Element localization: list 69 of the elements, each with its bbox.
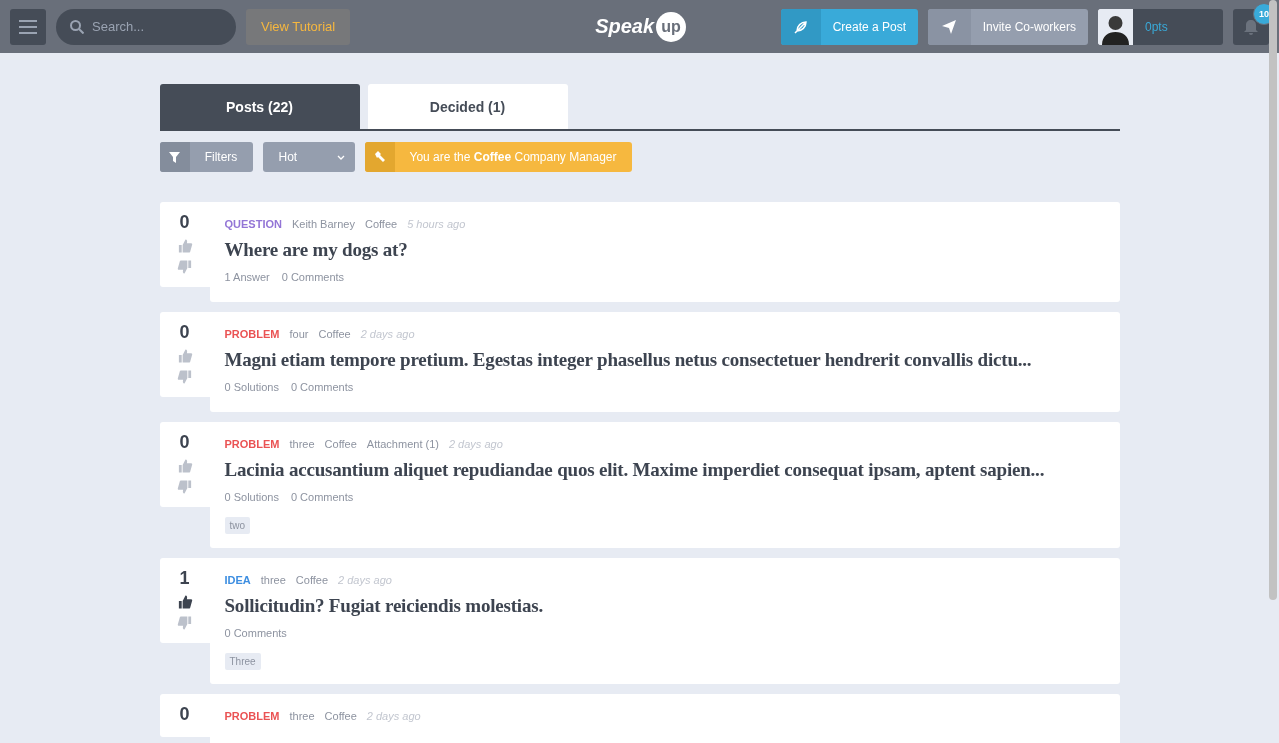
post-stat[interactable]: 0 Comments: [224, 627, 287, 639]
post-meta: three: [260, 574, 286, 586]
post-stat[interactable]: 0 Comments: [290, 491, 354, 503]
post-type: QUESTION: [224, 218, 282, 230]
post-time: 2 days ago: [366, 710, 421, 722]
filter-icon: [169, 151, 180, 163]
thumbs-down-icon[interactable]: [176, 479, 193, 495]
post-time: 2 days ago: [360, 328, 415, 340]
post-stat[interactable]: 0 Solutions: [224, 381, 279, 393]
post-time: 5 hours ago: [407, 218, 466, 230]
post-meta: Coffee: [324, 438, 357, 450]
view-tutorial-button[interactable]: View Tutorial: [246, 8, 351, 45]
vote-score: 0: [179, 322, 190, 343]
bell-icon: [1243, 18, 1259, 35]
vote-score: 0: [179, 704, 190, 725]
logo-text: Speak: [595, 15, 655, 38]
post-title[interactable]: Lacinia accusantium aliquet repudiandae quos elit. Maxime imperdiet consequat ipsam, aptent sapien...: [224, 459, 1105, 481]
post-meta: Attachment (1): [366, 438, 439, 450]
post-time: 2 days ago: [338, 574, 392, 586]
thumbs-up-icon[interactable]: [176, 594, 193, 610]
feather-icon: [793, 19, 808, 34]
post-time: 2 days ago: [448, 438, 503, 450]
menu-button[interactable]: [10, 8, 46, 45]
thumbs-up-icon[interactable]: [176, 458, 193, 474]
post-type: PROBLEM: [224, 328, 280, 340]
thumbs-down-icon[interactable]: [176, 369, 193, 385]
notice-text: You are the Coffee Company Manager: [408, 150, 617, 164]
chevron-down-icon: [336, 154, 345, 160]
post-type: PROBLEM: [224, 438, 280, 450]
search-icon: [70, 19, 84, 34]
create-post-button[interactable]: Create a Post: [781, 8, 918, 45]
filters-button[interactable]: Filters: [159, 142, 253, 172]
tag[interactable]: Three: [224, 653, 261, 670]
post-stat[interactable]: 0 Comments: [281, 271, 345, 283]
vote-score: 1: [179, 568, 190, 589]
logo-badge: up: [656, 11, 687, 42]
post-type: PROBLEM: [224, 710, 280, 722]
menu-icon: [19, 19, 37, 34]
tab[interactable]: Posts (22): [159, 84, 360, 129]
sort-dropdown[interactable]: Hot: [262, 142, 355, 172]
paper-plane-icon: [942, 19, 957, 34]
post-meta: Coffee: [324, 710, 357, 722]
tab[interactable]: Decided (1): [367, 84, 568, 129]
thumbs-up-icon[interactable]: [176, 238, 193, 254]
post-stat[interactable]: 0 Solutions: [224, 491, 279, 503]
thumbs-down-icon[interactable]: [176, 259, 193, 275]
post-title[interactable]: Sollicitudin? Fugiat reiciendis molestias.: [224, 595, 1105, 617]
post-type: IDEA: [224, 574, 251, 586]
post-meta: Coffee: [318, 328, 351, 340]
search-field[interactable]: Search...: [56, 8, 236, 45]
post-meta: Coffee: [295, 574, 329, 586]
post-meta: Keith Barney: [291, 218, 355, 230]
invite-button[interactable]: Invite Co-workers: [928, 8, 1088, 45]
post-meta: Coffee: [364, 218, 398, 230]
post-title[interactable]: Where are my dogs at?: [224, 239, 1105, 261]
scrollbar[interactable]: [1269, 0, 1277, 600]
hammer-icon: [373, 151, 386, 163]
post-stat[interactable]: 0 Comments: [290, 381, 354, 393]
profile-button[interactable]: 0pts: [1098, 8, 1223, 45]
tag[interactable]: two: [224, 517, 251, 534]
post-meta: three: [289, 710, 315, 722]
post-meta: four: [289, 328, 309, 340]
post-title[interactable]: Magni etiam tempore pretium. Egestas integer phasellus netus consectetuer hendrerit convallis dictu...: [224, 349, 1105, 371]
post-meta: three: [289, 438, 315, 450]
vote-score: 0: [179, 432, 190, 453]
vote-score: 0: [179, 212, 190, 233]
post-stat[interactable]: 1 Answer: [224, 271, 270, 283]
thumbs-up-icon[interactable]: [176, 348, 193, 364]
thumbs-down-icon[interactable]: [176, 615, 193, 631]
